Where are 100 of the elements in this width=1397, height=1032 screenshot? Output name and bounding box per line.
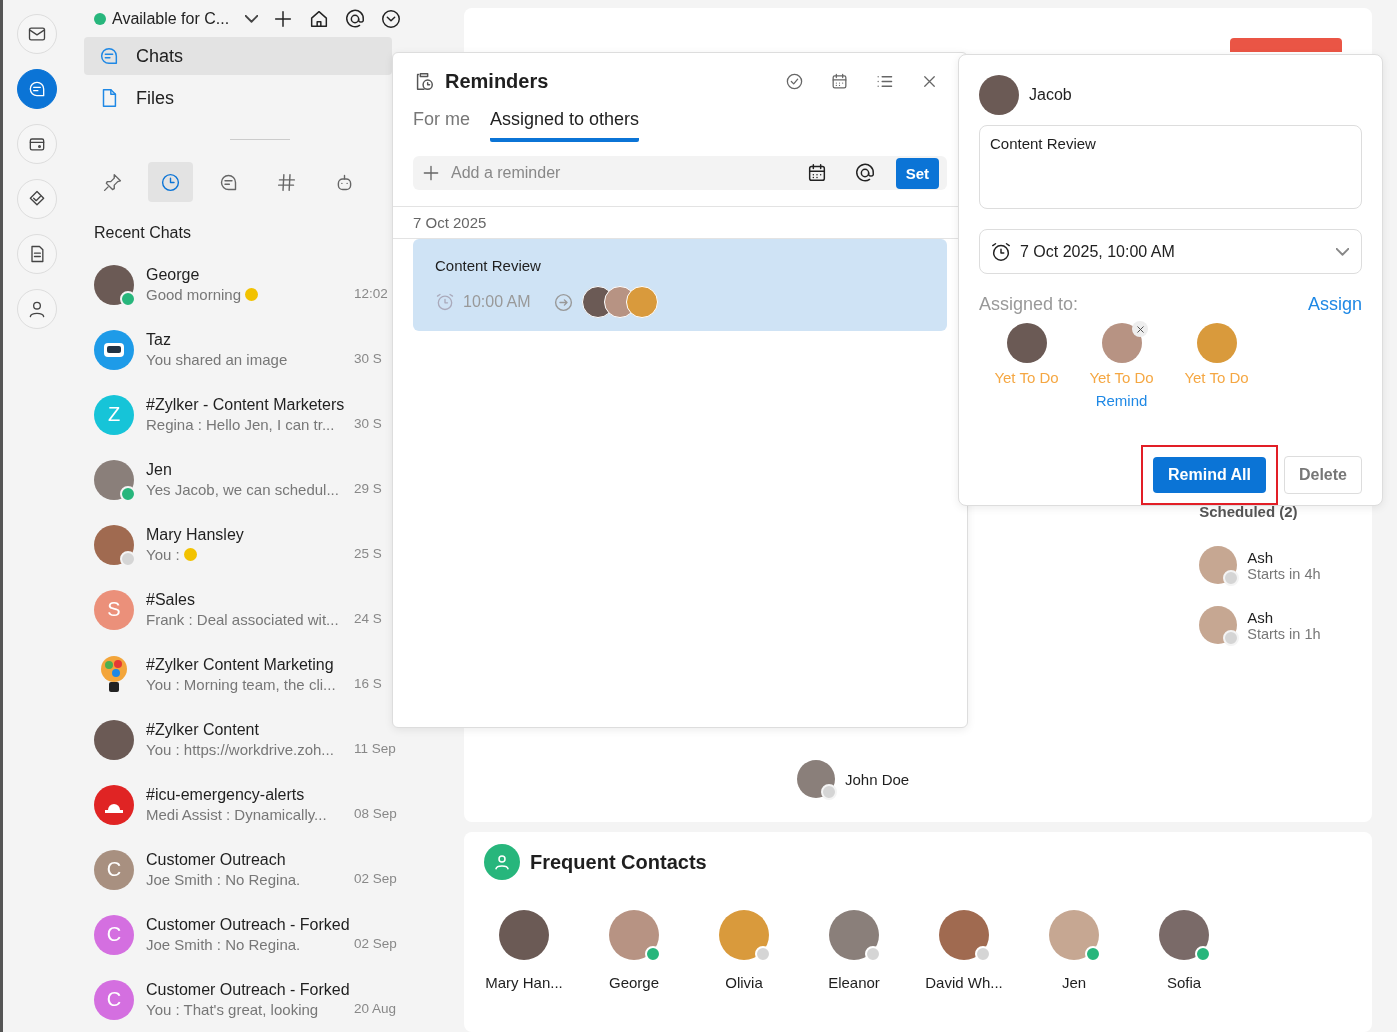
photo-placeholder (94, 719, 134, 760)
chat-time: 16 S (354, 676, 383, 693)
reminder-item[interactable]: Content Review 10:00 AM (413, 239, 947, 331)
section-title: Recent Chats (94, 224, 192, 242)
chat-time: 02 Sep (354, 871, 398, 888)
remind-link[interactable]: Remind (1095, 392, 1148, 409)
photo-placeholder (1196, 323, 1237, 363)
reminder-time: 10:00 AM (463, 293, 531, 311)
nav-label: Files (136, 87, 174, 109)
tab[interactable]: For me (413, 105, 470, 142)
nav-item[interactable]: Files (84, 79, 392, 118)
chat-name[interactable]: #icu-emergency-alerts (146, 786, 354, 804)
letter-avatar: S (94, 589, 134, 630)
photo-placeholder (979, 75, 1019, 115)
chat-preview: You : Morning team, the cli... (146, 676, 336, 693)
section-title: Frequent Contacts (530, 850, 707, 874)
chevron-down-icon (1336, 247, 1349, 256)
chat-preview: Yes Jacob, we can schedul... (146, 481, 339, 498)
chat-name[interactable]: Customer Outreach - Forked (146, 981, 354, 999)
assignee-status: Yet To Do (1089, 369, 1154, 386)
assigned-label: Assigned to: (979, 294, 1079, 315)
chat-name[interactable]: #Zylker Content (146, 721, 354, 739)
alarm-icon (990, 240, 1012, 263)
chat-preview: Medi Assist : Dynamically... (146, 806, 327, 823)
clock-icon (160, 171, 181, 193)
contact-name[interactable]: Eleanor (828, 974, 880, 991)
owner-name: Jacob (1029, 86, 1072, 104)
chevron-circle-icon[interactable] (380, 7, 403, 30)
chat-preview: Joe Smith : No Regina. (146, 936, 301, 953)
person-glyph (493, 853, 511, 871)
photo-placeholder (1101, 323, 1142, 363)
remind-all-button[interactable]: Remind All (1153, 457, 1266, 493)
chat-name[interactable]: Taz (146, 331, 354, 349)
assign-link[interactable]: Assign (1307, 294, 1362, 315)
chat-name[interactable]: George (146, 266, 354, 284)
contact-name[interactable]: George (608, 974, 659, 991)
chevron-down-icon (245, 14, 259, 23)
close-icon (1134, 323, 1146, 335)
chat-name[interactable]: #Zylker - Content Marketers (146, 396, 354, 414)
reminder-text-field[interactable]: Content Review (979, 125, 1362, 209)
filter-tab[interactable] (148, 162, 193, 202)
section-title: Scheduled (2) (1199, 503, 1299, 520)
pin-icon (102, 171, 123, 193)
alarm-icon (435, 292, 455, 312)
person-name: John Doe (845, 770, 910, 788)
chat-time: 30 S (354, 416, 383, 433)
chat-preview: Frank : Deal associated wit... (146, 611, 339, 628)
chat-name[interactable]: Customer Outreach - Forked (146, 916, 354, 934)
tab[interactable]: Assigned to others (490, 105, 640, 142)
reminder-title: Content Review (435, 257, 542, 274)
person-name: Ash (1247, 548, 1275, 566)
chat-time: 08 Sep (354, 806, 398, 823)
remove-button[interactable] (1132, 321, 1148, 337)
chat-preview: You shared an image (146, 351, 288, 368)
rail-button[interactable] (16, 69, 57, 109)
check-circle-icon (785, 71, 804, 91)
schedule-detail: Starts in 1h (1247, 625, 1321, 642)
chat-preview: You : (146, 546, 180, 563)
chat-name[interactable]: Jen (146, 461, 354, 479)
delete-button[interactable]: Delete (1283, 456, 1362, 494)
chat-name[interactable]: Customer Outreach (146, 851, 354, 869)
photo-placeholder (499, 910, 549, 960)
at-icon[interactable] (853, 162, 876, 184)
assignee-status: Yet To Do (994, 369, 1059, 386)
chat-name[interactable]: #Sales (146, 591, 354, 609)
letter-avatar: C (94, 979, 134, 1020)
schedule-detail: Starts in 4h (1247, 565, 1321, 582)
set-button[interactable]: Set (895, 157, 939, 189)
chat-preview: Regina : Hello Jen, I can tr... (146, 416, 335, 433)
chat-time: 24 S (354, 611, 383, 628)
datetime-dropdown[interactable]: 7 Oct 2025, 10:00 AM (979, 229, 1362, 274)
contact-name[interactable]: Mary Han... (485, 974, 563, 991)
contact-name[interactable]: Sofia (1166, 974, 1202, 991)
chat-preview: You : https://workdrive.zoh... (146, 741, 334, 758)
arrow-circle-icon (552, 291, 574, 313)
photo-placeholder (625, 286, 658, 318)
chat-preview: Joe Smith : No Regina. (146, 871, 301, 888)
reminder-input[interactable]: Add a reminder Set (413, 156, 947, 190)
chat-time: 12:02 (354, 286, 389, 303)
chat-name[interactable]: #Zylker Content Marketing (146, 656, 354, 674)
chat-preview: Good morning (146, 286, 242, 303)
letter-avatar: C (94, 849, 134, 890)
nav-label: Chats (136, 45, 184, 67)
calendar-icon (830, 71, 849, 91)
chat-name[interactable]: Mary Hansley (146, 526, 354, 544)
status-selector[interactable]: Available for C... (94, 9, 259, 28)
letter-avatar: C (94, 914, 134, 955)
contact-name[interactable]: Olivia (725, 974, 763, 991)
assignee-status: Yet To Do (1184, 369, 1249, 386)
chat-time: 20 Aug (354, 1001, 398, 1018)
panel-title: Reminders (445, 69, 550, 93)
photo-placeholder (1006, 323, 1047, 363)
person-name: Ash (1247, 608, 1275, 626)
contact-name[interactable]: David Wh... (925, 974, 1003, 991)
plus-icon (421, 163, 441, 183)
contact-name[interactable]: Jen (1061, 974, 1087, 991)
at-icon[interactable] (344, 7, 367, 30)
chat-time: 11 Sep (354, 741, 397, 758)
chat-time: 02 Sep (354, 936, 398, 953)
nav-item[interactable]: Chats (84, 37, 392, 76)
